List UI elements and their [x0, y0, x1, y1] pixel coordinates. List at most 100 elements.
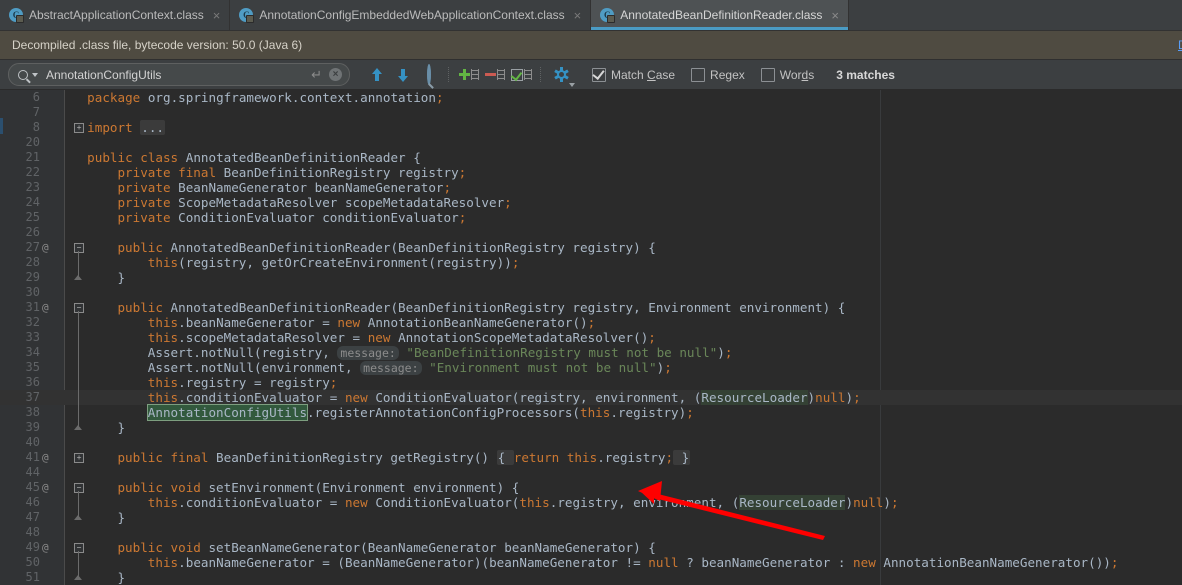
code-line[interactable]: 50 this.beanNameGenerator = (BeanNameGene…	[0, 555, 1182, 570]
fold-marker[interactable]	[74, 255, 83, 270]
annotation-gutter-icon[interactable]: @	[42, 480, 49, 495]
fold-end-icon[interactable]	[74, 425, 82, 430]
code-line[interactable]: 7	[0, 105, 1182, 120]
find-settings-button[interactable]	[548, 63, 575, 87]
search-input[interactable]: AnnotationConfigUtils ↵ ×	[8, 63, 350, 86]
fold-marker[interactable]	[74, 375, 83, 390]
clear-search-icon[interactable]: ×	[329, 68, 342, 81]
code-line[interactable]: 8 + import ...	[0, 120, 1182, 135]
fold-marker[interactable]	[74, 315, 83, 330]
next-occurrence-button[interactable]	[390, 63, 416, 87]
code-line[interactable]: 47}	[0, 510, 1182, 525]
code-line[interactable]: 21 public class AnnotatedBeanDefinitionRe…	[0, 150, 1182, 165]
match-case-checkbox[interactable]: Match Case	[592, 67, 675, 82]
fold-expand-icon[interactable]: +	[74, 123, 84, 133]
fold-collapse-icon[interactable]: −	[74, 543, 84, 553]
close-icon[interactable]: ×	[830, 9, 840, 22]
fold-marker[interactable]	[74, 420, 83, 435]
fold-marker[interactable]	[74, 405, 83, 420]
select-all-occurrences-button[interactable]	[508, 63, 534, 87]
search-input-value[interactable]: AnnotationConfigUtils	[43, 68, 306, 82]
code-line[interactable]: 40	[0, 435, 1182, 450]
code-line[interactable]: 29}	[0, 270, 1182, 285]
code-line[interactable]: 25 private ConditionEvaluator conditionEv…	[0, 210, 1182, 225]
regex-checkbox[interactable]: Regex	[691, 67, 745, 82]
code-line[interactable]: 36 this.registry = registry;	[0, 375, 1182, 390]
fold-marker[interactable]: −	[74, 540, 84, 555]
code-text: public AnnotatedBeanDefinitionReader(Bea…	[117, 240, 655, 255]
code-line[interactable]: 33 this.scopeMetadataResolver = new Annot…	[0, 330, 1182, 345]
code-line[interactable]: 51}	[0, 570, 1182, 585]
annotation-gutter-icon[interactable]: @	[42, 300, 49, 315]
code-line[interactable]: 20	[0, 135, 1182, 150]
fold-marker[interactable]: −	[74, 480, 84, 495]
fold-marker[interactable]: +	[74, 450, 84, 465]
code-line[interactable]: 39}	[0, 420, 1182, 435]
code-line[interactable]: 34 Assert.notNull(registry, message: "Bea…	[0, 345, 1182, 360]
code-line[interactable]: 22 private final BeanDefinitionRegistry r…	[0, 165, 1182, 180]
code-line[interactable]: 46 this.conditionEvaluator = new Conditio…	[0, 495, 1182, 510]
fold-marker[interactable]: −	[74, 240, 84, 255]
code-line[interactable]: 38 AnnotationConfigUtils.registerAnnotati…	[0, 404, 1182, 421]
fold-marker[interactable]	[74, 570, 83, 585]
fold-marker[interactable]	[74, 390, 83, 405]
tab-abstract-application-context[interactable]: C AbstractApplicationContext.class ×	[0, 0, 231, 30]
tab-annotation-config-embedded-web-application-context[interactable]: C AnnotationConfigEmbeddedWebApplication…	[230, 0, 592, 30]
code-line[interactable]: 41 @ + public final BeanDefinitionRegistry …	[0, 450, 1182, 465]
code-content[interactable]: 6 package org.springframework.context.ann…	[0, 90, 1182, 585]
code-text: this.scopeMetadataResolver = new Annotat…	[148, 330, 656, 345]
fold-marker[interactable]	[74, 345, 83, 360]
fold-marker[interactable]	[74, 555, 83, 570]
words-checkbox[interactable]: Words	[760, 67, 814, 82]
fold-collapse-icon[interactable]: −	[74, 303, 84, 313]
code-line[interactable]: 31 @ − public AnnotatedBeanDefinitionReader…	[0, 300, 1182, 315]
code-line[interactable]: 35 Assert.notNull(environment, message: "…	[0, 360, 1182, 375]
code-line[interactable]: 49 @ − public void setBeanNameGenerator(Bea…	[0, 540, 1182, 555]
fold-marker[interactable]	[74, 330, 83, 345]
code-line[interactable]: 6 package org.springframework.context.ann…	[0, 90, 1182, 105]
fold-expand-icon[interactable]: +	[74, 453, 84, 463]
close-icon[interactable]: ×	[573, 9, 583, 22]
fold-marker[interactable]	[74, 360, 83, 375]
code-text: private BeanNameGenerator beanNameGenera…	[117, 180, 451, 195]
fold-end-icon[interactable]	[74, 275, 82, 280]
code-line[interactable]: 48	[0, 525, 1182, 540]
code-token: import	[87, 120, 141, 135]
code-line[interactable]: 28 this(registry, getOrCreateEnvironment(…	[0, 255, 1182, 270]
code-line[interactable]: 44	[0, 465, 1182, 480]
code-token: BeanDefinitionRegistry registry	[398, 240, 634, 255]
fold-marker[interactable]	[74, 270, 83, 285]
code-line[interactable]: 37 this.conditionEvaluator = new Conditio…	[0, 390, 1182, 405]
annotation-gutter-icon[interactable]: @	[42, 540, 49, 555]
vcs-change-marker[interactable]	[0, 118, 3, 134]
code-line[interactable]: 32 this.beanNameGenerator = new Annotatio…	[0, 315, 1182, 330]
code-line[interactable]: 45 @ − public void setEnvironment(Environme…	[0, 480, 1182, 495]
tab-annotated-bean-definition-reader[interactable]: C AnnotatedBeanDefinitionReader.class ×	[591, 0, 849, 30]
code-token: BeanDefinitionRegistry registry, Environ…	[398, 300, 823, 315]
annotation-gutter-icon[interactable]: @	[42, 450, 49, 465]
line-number: 31	[25, 300, 40, 314]
download-sources-link[interactable]: Do	[1178, 38, 1182, 52]
fold-end-icon[interactable]	[74, 515, 82, 520]
fold-collapse-icon[interactable]: −	[74, 243, 84, 253]
code-line[interactable]: 26	[0, 225, 1182, 240]
fold-marker[interactable]	[74, 495, 83, 510]
add-occurrence-button[interactable]	[456, 63, 482, 87]
annotation-gutter-icon[interactable]: @	[42, 240, 49, 255]
search-icon[interactable]	[18, 69, 38, 80]
code-line[interactable]: 27 @ − public AnnotatedBeanDefinitionReader…	[0, 240, 1182, 255]
previous-occurrence-button[interactable]	[364, 63, 390, 87]
close-icon[interactable]: ×	[212, 9, 222, 22]
fold-stem	[77, 345, 79, 360]
code-editor[interactable]: 6 package org.springframework.context.ann…	[0, 90, 1182, 585]
fold-end-icon[interactable]	[74, 575, 82, 580]
code-line[interactable]: 30	[0, 285, 1182, 300]
fold-marker[interactable]	[74, 510, 83, 525]
fold-collapse-icon[interactable]: −	[74, 483, 84, 493]
code-line[interactable]: 23 private BeanNameGenerator beanNameGene…	[0, 180, 1182, 195]
fold-marker[interactable]: −	[74, 300, 84, 315]
fold-marker[interactable]: +	[74, 120, 84, 135]
code-line[interactable]: 24 private ScopeMetadataResolver scopeMet…	[0, 195, 1182, 210]
find-all-button[interactable]	[416, 63, 442, 87]
remove-occurrence-button[interactable]	[482, 63, 508, 87]
